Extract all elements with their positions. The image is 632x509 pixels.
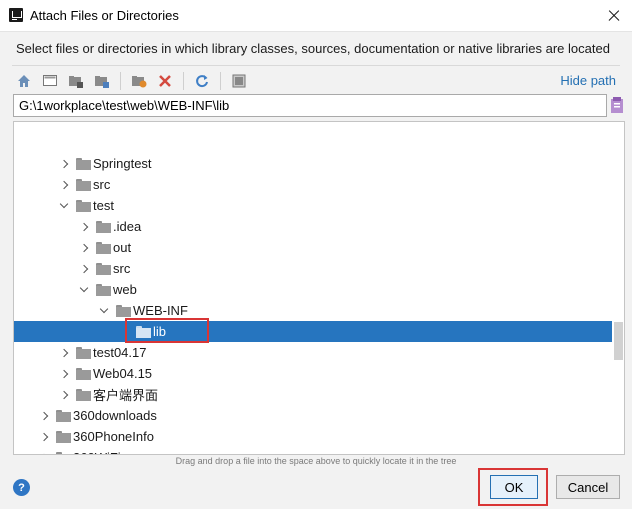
file-chooser-toolbar [13,69,250,93]
tree-row-label: out [113,240,132,255]
folder-icon [136,325,151,338]
tree-row-label: test [93,198,114,213]
help-button[interactable]: ? [13,479,30,496]
folder-icon [56,409,71,422]
module-folder-icon[interactable] [91,70,113,92]
tree-row-label: 360WiFi [73,450,121,454]
tree-row-label: src [113,261,131,276]
tree-row-label: 360downloads [73,408,157,423]
ok-button[interactable]: OK [490,475,538,499]
tree-row[interactable]: src [14,258,612,279]
dialog-body: Select files or directories in which lib… [0,31,632,509]
chevron-down-icon[interactable] [98,305,110,317]
folder-icon [76,346,91,359]
folder-icon [116,304,131,317]
title-bar: Attach Files or Directories [0,0,632,31]
folder-icon [76,199,91,212]
folder-icon [96,241,111,254]
tree-row[interactable]: 360WiFi [14,447,612,455]
folder-icon [76,178,91,191]
tree-row[interactable]: Springtest [14,153,612,174]
new-folder-icon[interactable] [128,70,150,92]
folder-icon [76,367,91,380]
chevron-right-icon[interactable] [58,158,70,170]
tree-row-label: Web04.15 [93,366,153,381]
tree-row-label: test04.17 [93,345,147,360]
path-input[interactable]: G:\1workplace\test\web\WEB-INF\lib [13,94,607,117]
folder-icon [76,157,91,170]
file-tree[interactable]: Springtest src test .idea out src web WEB-INF li… [13,121,625,455]
toolbar-separator [183,72,184,90]
intellij-app-icon [9,8,23,22]
tree-row[interactable]: test04.17 [14,342,612,363]
chevron-down-icon[interactable] [78,284,90,296]
tree-row[interactable]: .idea [14,216,612,237]
tree-row-selected[interactable]: lib [14,321,612,342]
cancel-button[interactable]: Cancel [556,475,620,499]
folder-icon [56,451,71,454]
show-hidden-icon[interactable] [228,70,250,92]
hide-path-link[interactable]: Hide path [560,73,616,88]
dialog-description: Select files or directories in which lib… [16,41,610,56]
divider [12,65,620,66]
chevron-right-icon[interactable] [58,347,70,359]
tree-row-label: lib [153,324,167,339]
folder-icon [56,430,71,443]
tree-row[interactable]: Web04.15 [14,363,612,384]
tree-row[interactable]: 360downloads [14,405,612,426]
folder-icon [96,262,111,275]
folder-icon [76,388,91,401]
chevron-right-icon[interactable] [58,389,70,401]
drag-drop-hint: Drag and drop a file into the space abov… [175,456,457,466]
chevron-right-icon[interactable] [38,410,50,422]
tree-row-label: web [113,282,137,297]
toolbar-separator [220,72,221,90]
desktop-icon[interactable] [39,70,61,92]
tree-row[interactable]: 客户端界面 [14,384,612,405]
chevron-right-icon[interactable] [38,452,50,455]
project-folder-icon[interactable] [65,70,87,92]
vertical-scrollbar[interactable] [613,122,624,454]
tree-row-label: Springtest [93,156,152,171]
tree-row-label: 客户端界面 [93,388,159,403]
refresh-icon[interactable] [191,70,213,92]
folder-icon [96,283,111,296]
chevron-right-icon[interactable] [78,242,90,254]
tree-row[interactable]: out [14,237,612,258]
tree-row-label: 360PhoneInfo [73,429,154,444]
chevron-right-icon[interactable] [58,179,70,191]
delete-icon[interactable] [154,70,176,92]
toolbar-separator [120,72,121,90]
tree-row[interactable]: src [14,174,612,195]
chevron-right-icon[interactable] [58,368,70,380]
scrollbar-thumb[interactable] [614,322,623,360]
chevron-right-icon[interactable] [78,221,90,233]
chevron-right-icon[interactable] [38,431,50,443]
window-title: Attach Files or Directories [30,8,179,23]
tree-row[interactable]: web [14,279,612,300]
tree-row-label: WEB-INF [133,303,188,318]
tree-row[interactable]: WEB-INF [14,300,612,321]
tree-row-label: .idea [113,219,142,234]
close-button[interactable] [604,6,624,26]
home-icon[interactable] [13,70,35,92]
chevron-down-icon[interactable] [58,200,70,212]
library-icon[interactable] [609,95,625,115]
tree-row[interactable]: 360PhoneInfo [14,426,612,447]
chevron-right-icon[interactable] [78,263,90,275]
tree-row-label: src [93,177,111,192]
tree-row[interactable]: test [14,195,612,216]
folder-icon [96,220,111,233]
